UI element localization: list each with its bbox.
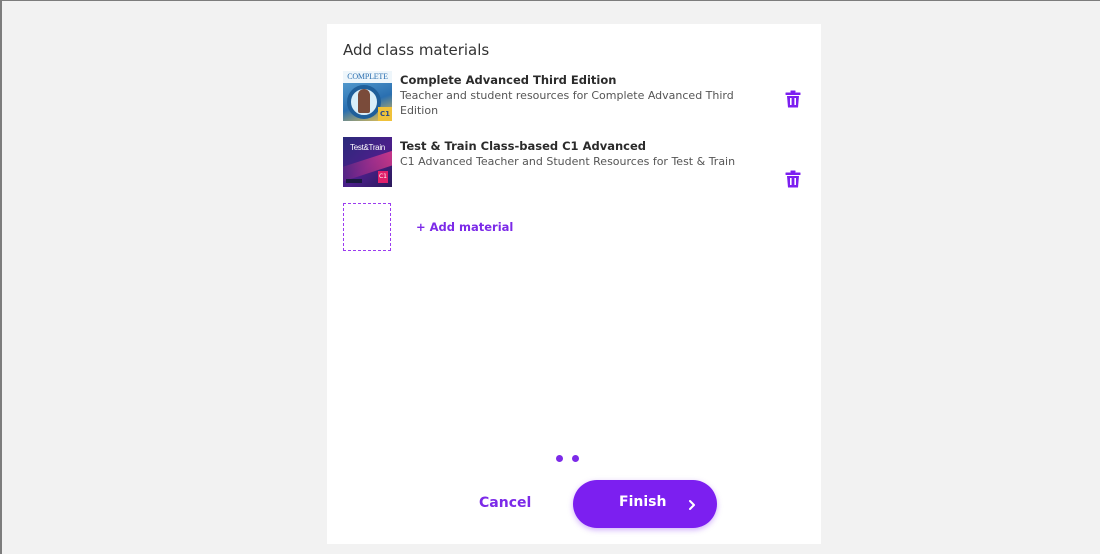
material-item: Test&Train C1 Test & Train Class-based C…	[343, 137, 803, 189]
material-cover-image: Test&Train C1	[343, 137, 392, 187]
add-material-link[interactable]: + Add material	[416, 220, 513, 234]
add-materials-dialog: Add class materials COMPLETE C1 Complete…	[327, 24, 821, 544]
cover-badge: C1	[378, 107, 392, 121]
chevron-right-icon	[685, 497, 699, 511]
trash-icon[interactable]	[785, 90, 801, 108]
cover-text: Test&Train	[350, 143, 385, 152]
add-material-placeholder[interactable]	[343, 203, 391, 251]
finish-button[interactable]: Finish	[573, 480, 717, 528]
material-cover-image: COMPLETE C1	[343, 71, 392, 121]
cover-text: COMPLETE	[343, 71, 392, 83]
finish-button-label: Finish	[619, 494, 667, 510]
material-item: COMPLETE C1 Complete Advanced Third Edit…	[343, 71, 803, 121]
cancel-button[interactable]: Cancel	[479, 495, 531, 511]
material-title: Test & Train Class-based C1 Advanced	[400, 139, 646, 153]
trash-icon[interactable]	[785, 170, 801, 188]
material-description: C1 Advanced Teacher and Student Resource…	[400, 155, 736, 168]
dialog-title: Add class materials	[343, 41, 490, 59]
material-title: Complete Advanced Third Edition	[400, 73, 617, 87]
pagination-dots	[556, 455, 580, 463]
pagination-dot[interactable]	[572, 455, 579, 462]
pagination-dot[interactable]	[556, 455, 563, 462]
material-description: Teacher and student resources for Comple…	[400, 89, 734, 117]
cover-badge: C1	[378, 171, 388, 183]
